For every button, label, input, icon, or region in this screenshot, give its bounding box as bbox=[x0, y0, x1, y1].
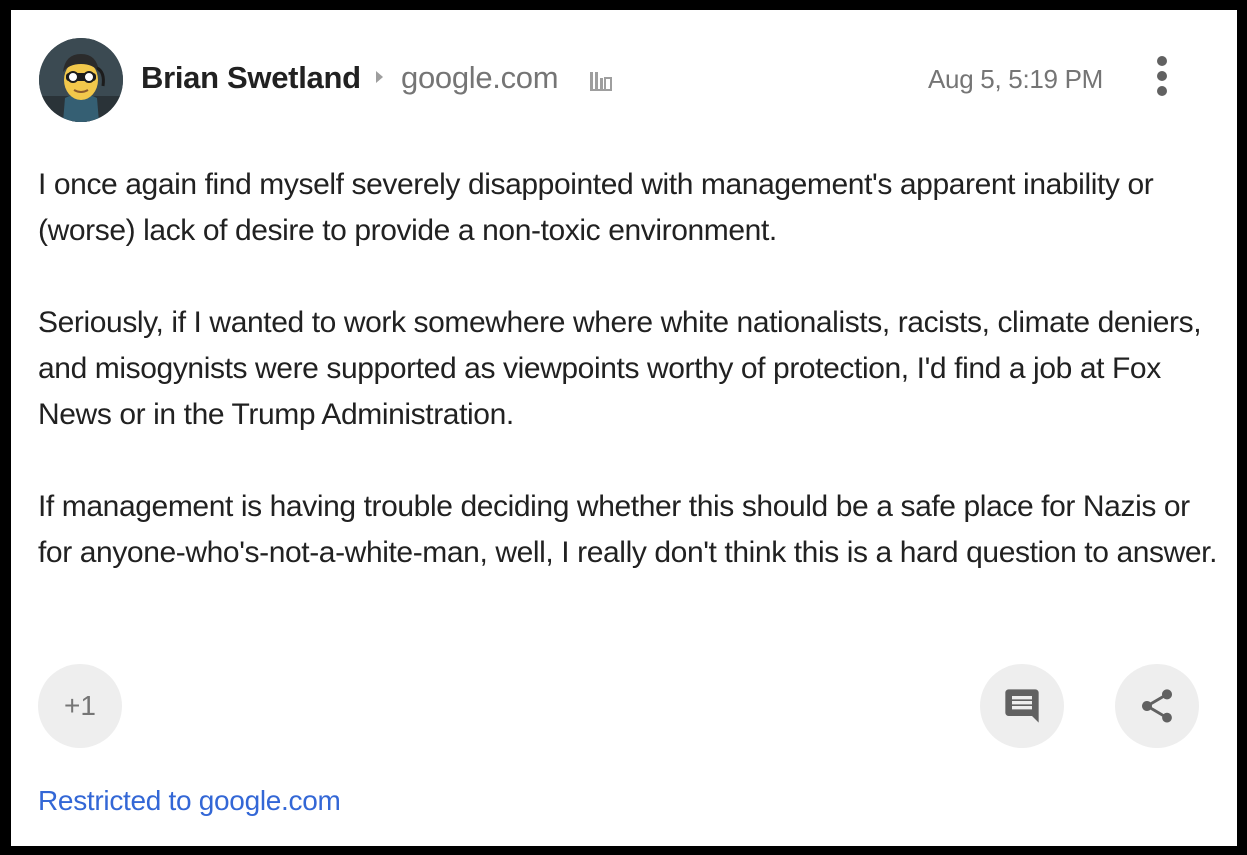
post-paragraph: I once again find myself severely disapp… bbox=[38, 168, 1154, 247]
plus-one-button[interactable]: +1 bbox=[38, 664, 122, 748]
share-icon bbox=[1142, 689, 1172, 723]
author-name[interactable]: Brian Swetland bbox=[141, 60, 361, 96]
community-name[interactable]: google.com bbox=[401, 60, 559, 96]
post-paragraph: If management is having trouble deciding… bbox=[38, 490, 1218, 569]
comment-icon bbox=[1005, 689, 1039, 723]
chevron-right-icon bbox=[376, 71, 383, 83]
post-paragraph: Seriously, if I wanted to work somewhere… bbox=[38, 306, 1202, 431]
post-body: I once again find myself severely disapp… bbox=[38, 162, 1218, 622]
share-button[interactable] bbox=[1115, 664, 1199, 748]
post-timestamp[interactable]: Aug 5, 5:19 PM bbox=[928, 64, 1103, 95]
author-avatar-icon[interactable] bbox=[39, 38, 123, 122]
comment-button[interactable] bbox=[980, 664, 1064, 748]
more-vert-icon[interactable] bbox=[1151, 54, 1173, 98]
domain-building-icon bbox=[589, 70, 613, 97]
plus-one-label: +1 bbox=[64, 690, 96, 721]
visibility-link[interactable]: Restricted to google.com bbox=[38, 785, 341, 817]
post-card: Brian Swetland google.com Aug 5, 5:19 PM… bbox=[11, 10, 1237, 846]
